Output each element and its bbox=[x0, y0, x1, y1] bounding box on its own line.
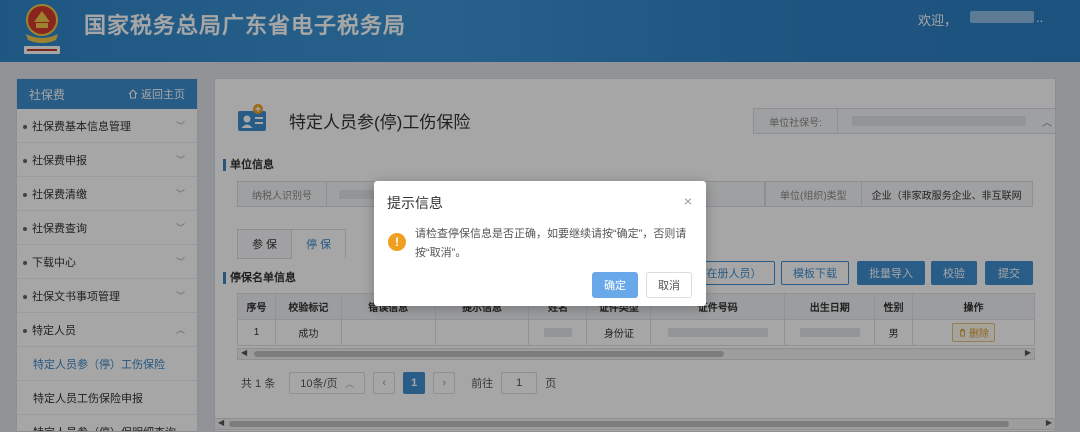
confirm-dialog: 提示信息 × ! 请检查停保信息是否正确，如要继续请按“确定”，否则请按“取消”… bbox=[374, 181, 706, 306]
dialog-message: 请检查停保信息是否正确，如要继续请按“确定”，否则请按“取消”。 bbox=[415, 228, 687, 259]
cancel-button[interactable]: 取消 bbox=[646, 272, 692, 298]
close-icon[interactable]: × bbox=[684, 193, 692, 209]
confirm-button[interactable]: 确定 bbox=[592, 272, 638, 298]
warning-icon: ! bbox=[388, 233, 406, 251]
dialog-title: 提示信息 bbox=[387, 195, 443, 211]
